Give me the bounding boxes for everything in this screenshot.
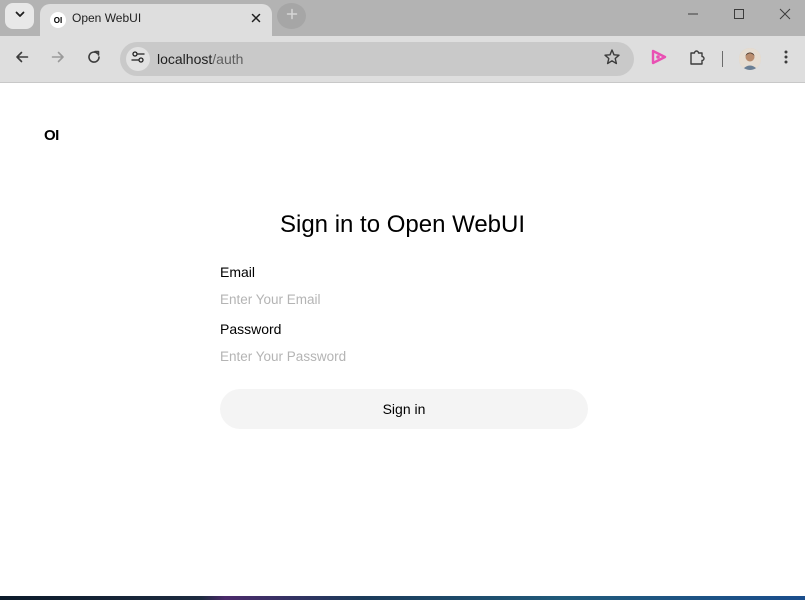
bookmark-button[interactable] bbox=[602, 48, 622, 71]
tab-favicon: OI bbox=[50, 12, 66, 28]
reload-icon bbox=[86, 49, 102, 70]
url-text: localhost/auth bbox=[157, 51, 243, 67]
avatar[interactable] bbox=[739, 48, 761, 70]
arrow-right-icon bbox=[50, 49, 66, 70]
close-icon bbox=[779, 7, 791, 25]
url-host: localhost bbox=[157, 51, 213, 67]
plus-icon bbox=[286, 7, 298, 25]
browser-menu-button[interactable] bbox=[774, 47, 798, 71]
extension-button[interactable] bbox=[647, 47, 671, 71]
play-icon bbox=[649, 47, 669, 72]
tab-close-button[interactable] bbox=[248, 11, 264, 27]
tab-strip: OI Open WebUI bbox=[0, 0, 805, 36]
browser-window: OI Open WebUI localhost/auth OI Sign in … bbox=[0, 0, 805, 600]
email-field[interactable] bbox=[220, 289, 588, 309]
tune-icon bbox=[130, 49, 146, 70]
sign-in-button[interactable]: Sign in bbox=[220, 389, 588, 429]
email-label: Email bbox=[220, 264, 256, 280]
browser-toolbar: localhost/auth bbox=[0, 36, 805, 83]
window-close-button[interactable] bbox=[770, 4, 800, 28]
minimize-button[interactable] bbox=[678, 4, 708, 28]
password-field[interactable] bbox=[220, 346, 588, 366]
arrow-left-icon bbox=[14, 49, 30, 70]
chevron-down-icon bbox=[14, 7, 26, 25]
logo: OI bbox=[44, 127, 59, 144]
page-content: OI Sign in to Open WebUI Email Password … bbox=[0, 83, 805, 596]
kebab-menu-icon bbox=[778, 49, 794, 70]
extensions-button[interactable] bbox=[685, 47, 709, 71]
star-icon bbox=[603, 48, 621, 71]
page-title: Sign in to Open WebUI bbox=[279, 211, 526, 238]
reload-button[interactable] bbox=[81, 46, 107, 72]
close-icon bbox=[251, 10, 261, 28]
taskbar-strip bbox=[0, 596, 805, 600]
maximize-icon bbox=[733, 7, 745, 25]
maximize-button[interactable] bbox=[724, 4, 754, 28]
new-tab-button[interactable] bbox=[277, 3, 306, 29]
forward-button[interactable] bbox=[45, 46, 71, 72]
toolbar-separator bbox=[722, 51, 723, 67]
tab-open-webui[interactable]: OI Open WebUI bbox=[40, 4, 272, 36]
puzzle-icon bbox=[688, 48, 706, 71]
site-info-button[interactable] bbox=[126, 47, 150, 71]
minimize-icon bbox=[687, 7, 699, 25]
back-button[interactable] bbox=[9, 46, 35, 72]
url-path: /auth bbox=[212, 51, 244, 67]
tab-search-button[interactable] bbox=[5, 3, 34, 29]
password-label: Password bbox=[220, 321, 282, 337]
tab-title: Open WebUI bbox=[72, 11, 142, 25]
address-bar[interactable]: localhost/auth bbox=[120, 42, 634, 76]
